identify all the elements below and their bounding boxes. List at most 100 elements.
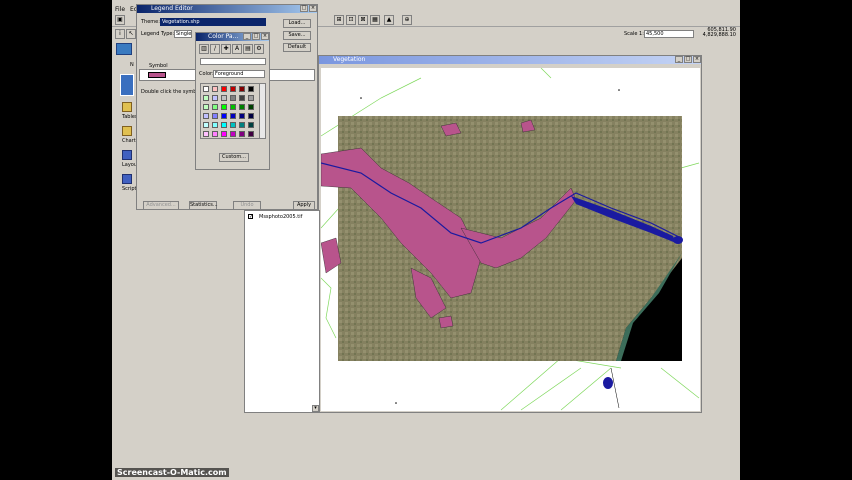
color-swatch[interactable] <box>221 104 227 110</box>
palette-close-icon[interactable]: × <box>261 33 269 40</box>
color-swatch[interactable] <box>221 113 227 119</box>
color-swatch[interactable] <box>239 122 245 128</box>
palette-scrollbar[interactable] <box>259 84 265 138</box>
project-icon[interactable] <box>116 43 132 55</box>
map-canvas[interactable] <box>321 68 700 411</box>
color-target-select[interactable]: Foreground <box>213 70 265 78</box>
views-icon[interactable] <box>120 74 134 96</box>
layouts-icon[interactable] <box>122 150 132 160</box>
close-icon[interactable]: × <box>693 56 701 63</box>
coord-y: 4,829,888.10 <box>702 32 736 38</box>
legend-type-label: Legend Type: <box>141 31 175 37</box>
color-swatch[interactable] <box>212 113 218 119</box>
color-swatch[interactable] <box>212 131 218 137</box>
color-swatch[interactable] <box>248 113 254 119</box>
color-swatch[interactable] <box>239 131 245 137</box>
theme-select[interactable]: Vegetation.shp <box>160 18 266 26</box>
color-swatch[interactable] <box>221 95 227 101</box>
marker-palette-icon[interactable]: ✚ <box>221 44 231 54</box>
custom-color-button[interactable]: Custom... <box>219 153 249 162</box>
color-swatch[interactable] <box>221 86 227 92</box>
color-swatch[interactable] <box>230 95 236 101</box>
color-swatch[interactable] <box>248 95 254 101</box>
symbol-hint-text: Double click the symb <box>141 89 197 95</box>
load-button[interactable]: Load... <box>283 19 311 28</box>
charts-icon[interactable] <box>122 126 132 136</box>
color-swatch[interactable] <box>230 131 236 137</box>
up-arrow-icon[interactable]: ▲ <box>384 15 394 25</box>
color-swatch[interactable] <box>230 122 236 128</box>
color-swatch[interactable] <box>212 122 218 128</box>
legend-close-icon[interactable]: × <box>309 5 317 12</box>
scale-label: Scale 1: <box>624 31 644 37</box>
legend-maximize-icon[interactable]: □ <box>300 5 308 12</box>
minimize-icon[interactable]: _ <box>675 56 683 63</box>
color-swatch[interactable] <box>230 86 236 92</box>
color-swatch[interactable] <box>221 122 227 128</box>
color-swatch[interactable] <box>203 113 209 119</box>
arcview-app-window: File Ec ▣ ⊞ ⊡ ⊠ ▦ ▲ ⊕ i ↖ Scale 1: 45,50… <box>112 0 740 480</box>
advanced-button[interactable]: Advanced... <box>143 201 179 210</box>
color-swatch[interactable] <box>239 113 245 119</box>
maximize-icon[interactable]: □ <box>684 56 692 63</box>
color-swatch[interactable] <box>203 95 209 101</box>
identify-icon[interactable]: i <box>115 29 125 39</box>
font-palette-icon[interactable]: A <box>232 44 242 54</box>
palette-maximize-icon[interactable]: □ <box>252 33 260 40</box>
legend-type-select[interactable]: Single <box>174 30 192 38</box>
color-palette-titlebar: Color Pa... _ □ × <box>196 33 269 41</box>
tables-icon[interactable] <box>122 102 132 112</box>
color-swatch[interactable] <box>248 104 254 110</box>
layer-visibility-checkbox[interactable]: ✓ <box>248 214 253 220</box>
color-swatch[interactable] <box>203 86 209 92</box>
zoom-active-icon[interactable]: ⊡ <box>346 15 356 25</box>
color-swatch[interactable] <box>248 131 254 137</box>
undo-button[interactable]: Undo <box>233 201 261 210</box>
color-swatch[interactable] <box>230 104 236 110</box>
palette-minimize-icon[interactable]: _ <box>243 33 251 40</box>
query-builder-icon[interactable]: ⊕ <box>402 15 412 25</box>
color-swatch[interactable] <box>212 104 218 110</box>
color-swatch[interactable] <box>248 122 254 128</box>
color-swatch[interactable] <box>230 113 236 119</box>
select-feature-icon[interactable]: ▦ <box>370 15 380 25</box>
default-button[interactable]: Default <box>283 43 311 52</box>
scroll-down-icon[interactable]: ▾ <box>312 405 319 412</box>
color-swatch[interactable] <box>212 95 218 101</box>
color-swatch[interactable] <box>239 86 245 92</box>
color-swatch[interactable] <box>203 131 209 137</box>
scale-input[interactable]: 45,500 <box>644 30 694 38</box>
statistics-button[interactable]: Statistics... <box>189 201 218 210</box>
legend-editor-title: Legend Editor <box>151 5 193 12</box>
palette-manager-icon[interactable]: ⚙ <box>254 44 264 54</box>
toc-layer-name[interactable]: Mssphoto2005.tif <box>259 214 302 220</box>
theme-label: Theme: <box>141 19 160 25</box>
zoom-full-icon[interactable]: ⊞ <box>334 15 344 25</box>
fill-palette-icon[interactable]: ▥ <box>199 44 209 54</box>
pen-palette-icon[interactable]: / <box>210 44 220 54</box>
save-icon[interactable]: ▣ <box>115 15 125 25</box>
palette-type-tabs: ▥ / ✚ A ▤ ⚙ <box>199 44 269 55</box>
color-swatch[interactable] <box>239 95 245 101</box>
color-swatch[interactable] <box>212 86 218 92</box>
project-n-label: N <box>130 62 134 68</box>
coordinate-readout: 605,811.90 4,829,888.10 <box>700 28 736 38</box>
color-palette-dialog: Color Pa... _ □ × ▥ / ✚ A ▤ ⚙ Color: For… <box>195 32 270 170</box>
menu-file[interactable]: File <box>115 6 125 13</box>
apply-button[interactable]: Apply <box>293 201 315 210</box>
color-swatch[interactable] <box>203 104 209 110</box>
color-label: Color: <box>199 71 214 77</box>
pond-polygon <box>603 377 613 389</box>
pointer-icon[interactable]: ↖ <box>126 29 136 39</box>
color-swatch[interactable] <box>221 131 227 137</box>
color-swatch[interactable] <box>203 122 209 128</box>
color-swatch[interactable] <box>239 104 245 110</box>
save-button[interactable]: Save... <box>283 31 311 40</box>
symbol-swatch[interactable] <box>148 72 166 78</box>
color-palette-tab-icon[interactable]: ▤ <box>243 44 253 54</box>
legend-editor-titlebar: Legend Editor □ × <box>137 5 317 13</box>
color-palette-title: Color Pa... <box>208 33 239 40</box>
zoom-selected-icon[interactable]: ⊠ <box>358 15 368 25</box>
color-swatch[interactable] <box>248 86 254 92</box>
scripts-icon[interactable] <box>122 174 132 184</box>
